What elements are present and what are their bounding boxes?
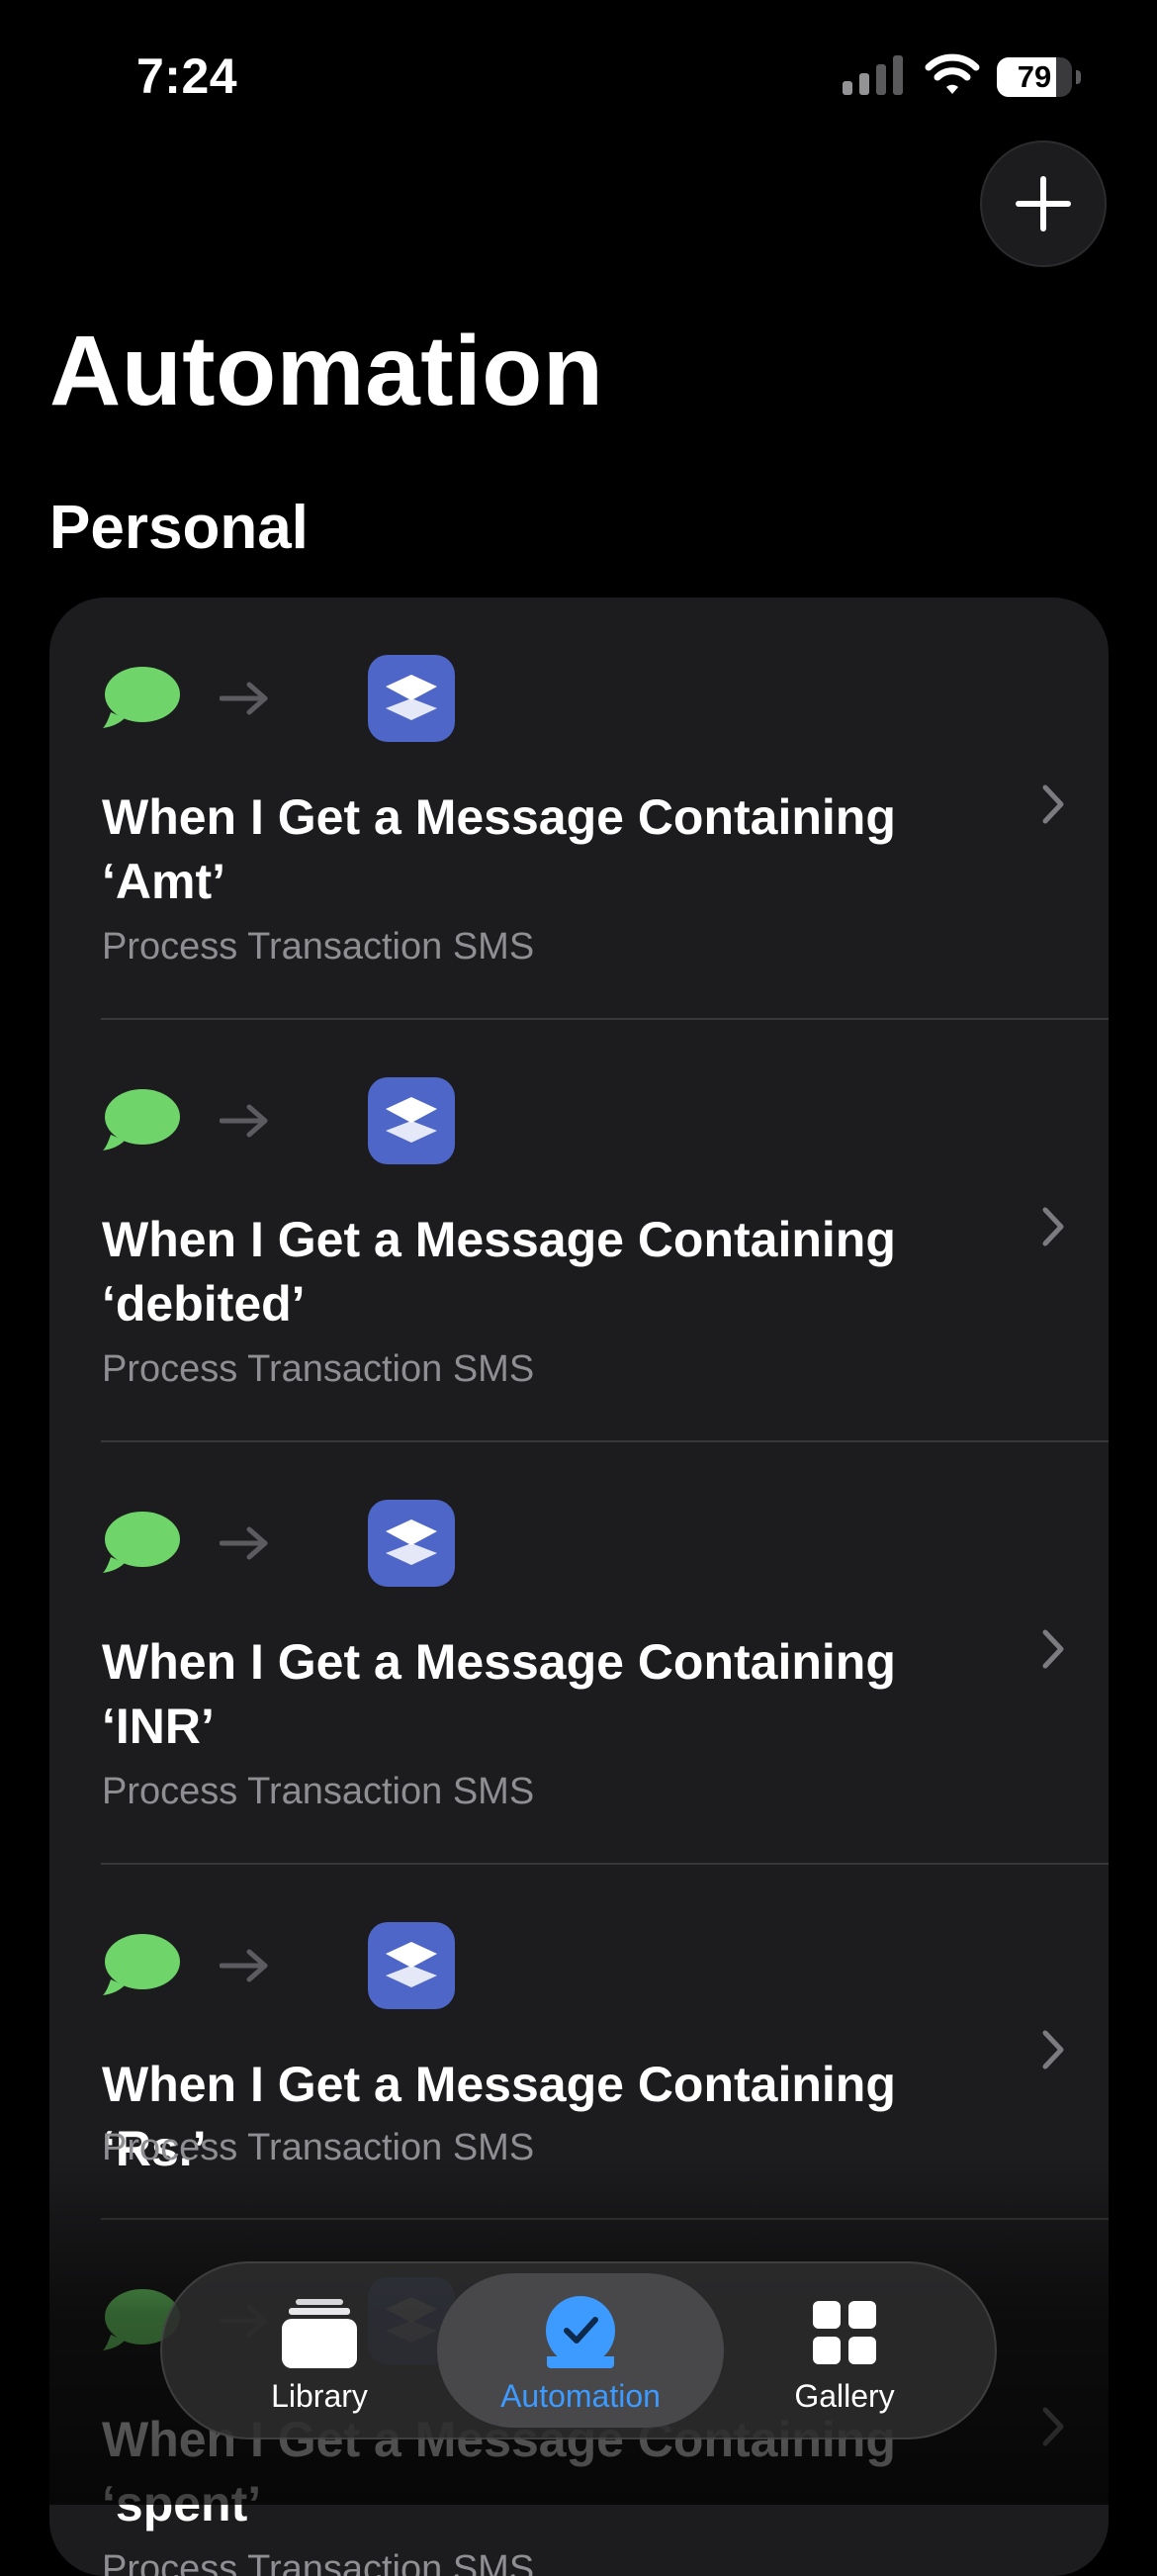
message-bubble-icon [103,1089,180,1150]
tab-gallery-label: Gallery [794,2378,895,2414]
automation-icon-strip [103,1077,455,1164]
message-bubble-icon [103,1512,180,1573]
gallery-grid-icon [805,2297,884,2368]
tab-gallery[interactable]: Gallery [756,2273,934,2428]
shortcuts-icon [368,1077,455,1164]
chevron-right-icon [1042,1207,1064,1246]
message-bubble-icon [103,1934,180,1995]
automation-icon-strip [103,655,455,742]
automation-clock-check-icon [541,2296,620,2368]
automation-title: When I Get a Message Containing ‘INR’ [102,1634,896,1754]
automation-subtitle: Process Transaction SMS [102,1348,535,1390]
automation-subtitle: Process Transaction SMS [102,1771,535,1812]
chevron-right-icon [1042,784,1064,824]
add-automation-button[interactable] [980,140,1107,267]
status-time: 7:24 [136,48,238,104]
arrow-right-icon [220,1104,268,1138]
automation-row[interactable]: When I Get a Message Containing ‘Rs.’ Pr… [49,1865,1109,2220]
automation-row[interactable]: When I Get a Message Containing ‘Amt’ Pr… [49,598,1109,1020]
automation-row[interactable]: When I Get a Message Containing ‘debited… [49,1020,1109,1442]
tab-automation[interactable]: Automation [437,2273,724,2428]
automation-subtitle: Process Transaction SMS [102,2127,535,2168]
chevron-right-icon [1042,2030,1064,2070]
tab-bar: Library Automation Gallery [160,2261,997,2439]
battery-icon: 79 [997,57,1081,97]
automation-subtitle: Process Transaction SMS [102,2548,535,2576]
tab-library-label: Library [271,2378,368,2414]
shortcuts-icon [368,1922,455,2009]
chevron-right-icon [1042,2407,1064,2446]
message-bubble-icon [103,667,180,728]
automation-title: When I Get a Message Containing ‘debited… [102,1212,896,1332]
chevron-right-icon [1042,1629,1064,1669]
tab-library[interactable]: Library [225,2273,413,2428]
automation-title: When I Get a Message Containing ‘Amt’ [102,789,896,909]
plus-icon [1016,176,1071,231]
arrow-right-icon [220,1526,268,1560]
arrow-right-icon [220,682,268,715]
automation-row[interactable]: When I Get a Message Containing ‘INR’ Pr… [49,1442,1109,1865]
tab-automation-label: Automation [500,2378,661,2414]
battery-percentage: 79 [1017,59,1052,94]
automation-icon-strip [103,1922,455,2009]
status-bar: 7:24 79 [0,0,1157,148]
shortcuts-icon [368,655,455,742]
section-title: Personal [49,494,309,562]
arrow-right-icon [220,1949,268,1982]
automation-icon-strip [103,1500,455,1587]
library-stack-icon [280,2297,359,2368]
automation-subtitle: Process Transaction SMS [102,926,535,967]
cellular-signal-icon [843,55,903,95]
wifi-icon [925,53,980,94]
shortcuts-icon [368,1500,455,1587]
page-title: Automation [49,316,604,426]
